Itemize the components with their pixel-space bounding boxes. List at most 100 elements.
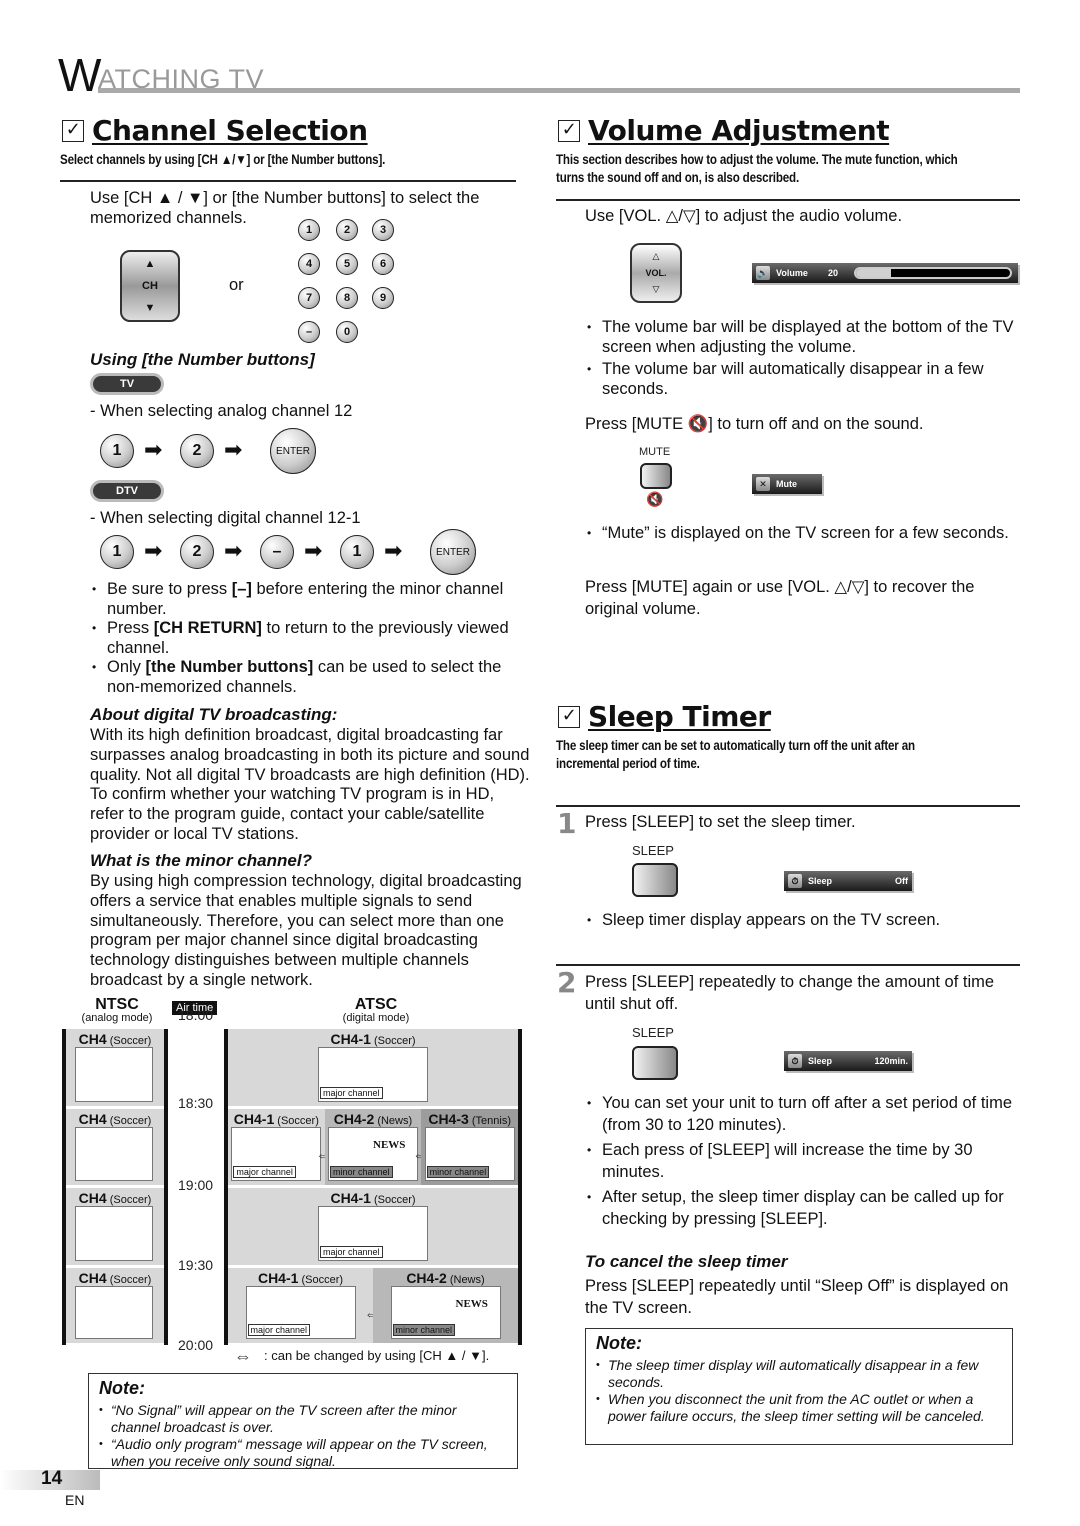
mute-instruction-text: Press [MUTE 🔇] to turn off and on the so… xyxy=(585,415,924,433)
ntsc-subtitle: (analog mode) xyxy=(81,1012,153,1024)
checkbox-icon: ✓ xyxy=(558,705,580,728)
number-button-2[interactable]: 2 xyxy=(336,219,358,241)
digital-example-text: - When selecting digital channel 12-1 xyxy=(90,509,361,527)
step2-text: Press [SLEEP] repeatedly to change the a… xyxy=(585,973,995,1013)
sequence-key-1[interactable]: 1 xyxy=(340,535,374,569)
channel-type-tag: major channel xyxy=(320,1246,383,1258)
number-button-6[interactable]: 6 xyxy=(372,253,394,275)
enter-button[interactable]: ENTER xyxy=(270,428,316,474)
program-picture xyxy=(75,1286,153,1339)
number-button-0[interactable]: 0 xyxy=(336,321,358,343)
note-item: When you disconnect the unit from the AC… xyxy=(596,1391,1002,1425)
sleep-osd-label: Sleep xyxy=(808,1056,833,1066)
divider xyxy=(556,199,1020,201)
atsc-channel-label: CH4-3 (Tennis) xyxy=(428,1111,511,1127)
channel-bullets: Be sure to press [–] before entering the… xyxy=(90,580,520,697)
bullet-item: Be sure to press [–] before entering the… xyxy=(90,580,520,619)
vol-rocker-button[interactable]: △ VOL. ▽ xyxy=(630,243,682,303)
volume-instruction: Use [VOL. △/▽] to adjust the audio volum… xyxy=(585,207,903,225)
sleep-button[interactable] xyxy=(632,863,678,897)
channel-note-box: Note: “No Signal” will appear on the TV … xyxy=(88,1373,518,1469)
sequence-key-1[interactable]: 1 xyxy=(100,535,134,569)
sleep-subtitle-2: incremental period of time. xyxy=(556,756,700,771)
mute-instruction: Press [MUTE 🔇] to turn off and on the so… xyxy=(585,414,924,434)
analog-example-text: - When selecting analog channel 12 xyxy=(90,402,353,420)
number-button-7[interactable]: 7 xyxy=(298,287,320,309)
step1-text: Press [SLEEP] to set the sleep timer. xyxy=(585,813,856,831)
number-button-5[interactable]: 5 xyxy=(336,253,358,275)
ntsc-channel-label: CH4 (Soccer) xyxy=(78,1190,152,1206)
speaker-icon: 🔈 xyxy=(756,266,770,280)
about-digital-heading: About digital TV broadcasting: xyxy=(90,705,338,724)
bullet-item: The volume bar will be displayed at the … xyxy=(585,318,1025,357)
sleep-osd-value: Off xyxy=(895,876,908,886)
number-button-1[interactable]: 1 xyxy=(298,219,320,241)
channel-number: CH4-3 xyxy=(428,1111,469,1127)
channel-number: CH4-1 xyxy=(330,1031,371,1047)
sequence-key-1[interactable]: 1 xyxy=(100,434,134,468)
volume-bullets: The volume bar will be displayed at the … xyxy=(585,318,1025,402)
ch-down-icon: ▼ xyxy=(144,302,156,314)
channel-type-tag: minor channel xyxy=(330,1166,393,1178)
bullet-item: Press [CH RETURN] to return to the previ… xyxy=(90,619,520,658)
bold-key: [–] xyxy=(231,580,252,598)
step2-bullets: You can set your unit to turn off after … xyxy=(585,1092,1025,1233)
right-arrow-icon: ➡ xyxy=(144,437,163,462)
or-label: or xyxy=(229,276,244,294)
note-heading: Note: xyxy=(99,1378,145,1398)
sleep-osd-120: ⏱ Sleep 120min. xyxy=(784,1051,912,1071)
sleep-button[interactable] xyxy=(632,1046,678,1080)
atsc-subtitle: (digital mode) xyxy=(342,1012,410,1024)
bullet-item: Sleep timer display appears on the TV sc… xyxy=(585,911,1025,931)
ntsc-channel-label: CH4 (Soccer) xyxy=(78,1270,152,1286)
mute-bullets: “Mute” is displayed on the TV screen for… xyxy=(585,524,1025,544)
right-arrow-icon: ➡ xyxy=(144,538,163,563)
mute-button[interactable] xyxy=(640,463,672,489)
sequence-key-–[interactable]: – xyxy=(260,535,294,569)
air-time-1800: 18:00 xyxy=(178,1007,214,1023)
double-arrow-icon: ⇔ xyxy=(234,1346,252,1366)
volume-heading: ✓ Volume Adjustment xyxy=(558,114,890,147)
header-initial: W xyxy=(58,49,102,101)
number-button-8[interactable]: 8 xyxy=(336,287,358,309)
using-number-buttons-heading: Using [the Number buttons] xyxy=(90,350,315,369)
volume-bar-fill xyxy=(856,269,892,277)
mute-osd-label: Mute xyxy=(776,479,797,489)
air-time-1830: 18:30 xyxy=(178,1095,214,1111)
sleep-osd-value: 120min. xyxy=(874,1056,908,1066)
channel-number: CH4 xyxy=(78,1190,107,1206)
channel-number: CH4-2 xyxy=(333,1111,375,1127)
sequence-key-2[interactable]: 2 xyxy=(180,434,214,468)
news-label: NEWS xyxy=(455,1298,488,1310)
sequence-key-2[interactable]: 2 xyxy=(180,535,214,569)
atsc-channel-label: CH4-1 (Soccer) xyxy=(233,1111,319,1127)
number-button-9[interactable]: 9 xyxy=(372,287,394,309)
number-button-4[interactable]: 4 xyxy=(298,253,320,275)
number-button-3[interactable]: 3 xyxy=(372,219,394,241)
divider xyxy=(556,964,1020,966)
note-item: “No Signal” will appear on the TV screen… xyxy=(99,1402,507,1436)
dtv-mode-badge: DTV xyxy=(90,480,164,502)
volume-osd-value: 20 xyxy=(828,268,839,278)
channel-type-tag: major channel xyxy=(233,1166,296,1178)
ntsc-channel-label: CH4 (Soccer) xyxy=(78,1111,152,1127)
channel-selection-heading: ✓ Channel Selection xyxy=(62,114,368,147)
number-button-–[interactable]: – xyxy=(298,321,320,343)
bullet-item: You can set your unit to turn off after … xyxy=(585,1092,1025,1136)
checkbox-icon: ✓ xyxy=(62,119,84,142)
program-picture xyxy=(75,1206,153,1261)
atsc-channel-label: CH4-2 (News) xyxy=(333,1111,413,1127)
step-number: 1 xyxy=(557,807,577,840)
atsc-right-bar xyxy=(518,1029,522,1345)
minor-channel-text: By using high compression technology, di… xyxy=(90,872,522,989)
mute-button-label: MUTE xyxy=(639,446,671,458)
atsc-channel-label: CH4-1 (Soccer) xyxy=(330,1031,416,1047)
atsc-channel-label: CH4-2 (News) xyxy=(406,1270,485,1286)
enter-button[interactable]: ENTER xyxy=(430,529,476,575)
step1-bullets: Sleep timer display appears on the TV sc… xyxy=(585,911,1025,931)
channel-number: CH4 xyxy=(78,1111,107,1127)
ch-rocker-button[interactable]: ▲ CH ▼ xyxy=(120,250,180,322)
note-item: “Audio only program“ message will appear… xyxy=(99,1436,507,1470)
air-time-1900: 19:00 xyxy=(178,1177,214,1193)
sleep-subtitle-1: The sleep timer can be set to automatica… xyxy=(556,738,915,753)
